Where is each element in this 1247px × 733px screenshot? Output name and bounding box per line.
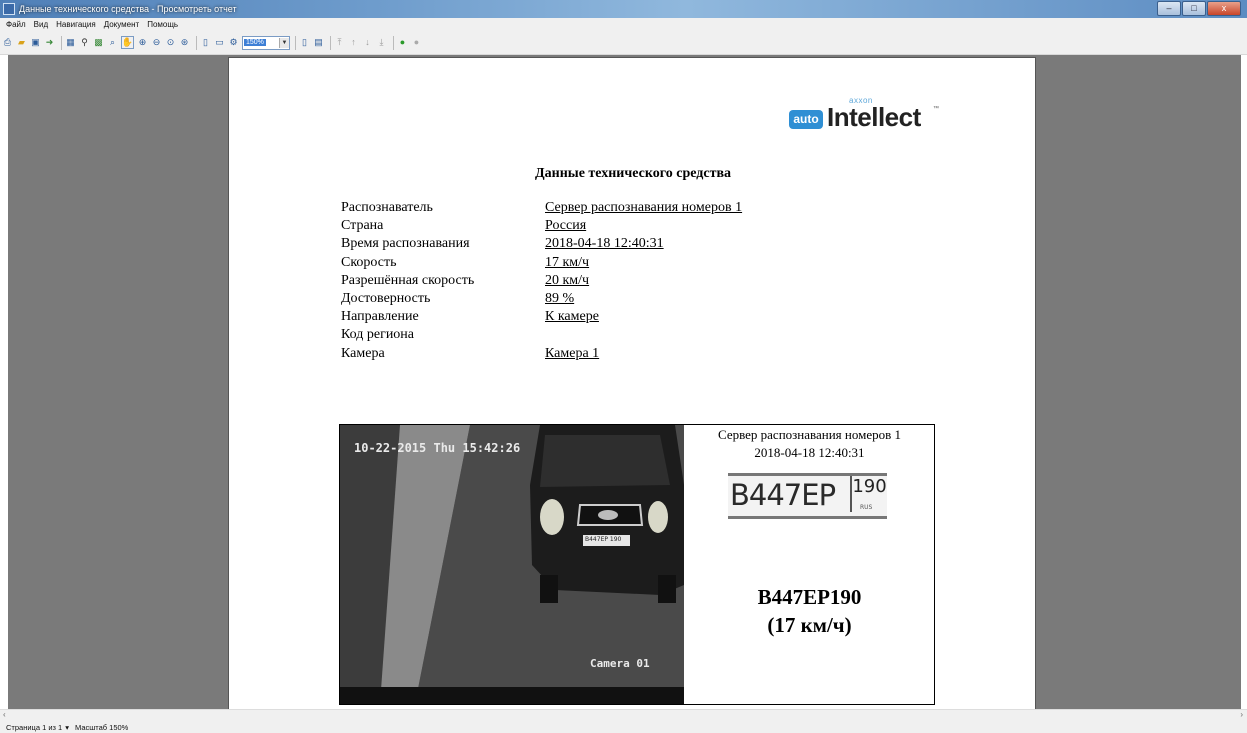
menu-document[interactable]: Документ [104,20,140,29]
first-page-icon[interactable]: ⤒ [334,37,345,48]
summary-datetime: 2018-04-18 12:40:31 [754,445,865,460]
field-row: Время распознавания 2018-04-18 12:40:31 [341,236,941,254]
next-page-icon[interactable]: ↓ [362,37,373,48]
title-bar: Данные технического средства - Просмотре… [0,0,1247,18]
field-row: Распознаватель Сервер распознавания номер… [341,200,941,218]
recognized-plate: В447ЕР190 [757,585,862,609]
horizontal-scrollbar[interactable]: ‹ › [0,709,1247,721]
menu-help[interactable]: Помощь [147,20,178,29]
window-title: Данные технического средства - Просмотре… [19,4,237,14]
field-label: Код региона [341,327,415,343]
field-value-link[interactable]: Сервер распознавания номеров 1 [545,200,742,216]
field-value-link[interactable]: 17 км/ч [545,255,589,271]
layout-icon[interactable]: ▤ [313,37,324,48]
menu-file[interactable]: Файл [6,20,26,29]
refresh-icon[interactable]: ● [397,37,408,48]
field-label: Камера [341,345,385,361]
field-row: Камера Камера 1 [341,346,941,364]
image-icon[interactable]: ▩ [93,37,104,48]
field-row: Направление К камере [341,309,941,327]
field-label: Время распознавания [341,236,470,252]
field-label: Разрешённая скорость [341,272,475,288]
field-label: Страна [341,218,384,234]
car-plate-text: B447EP 190 [585,536,622,543]
hand-icon[interactable]: ✋ [121,36,134,49]
field-row: Страна Россия [341,218,941,236]
zoom-select[interactable]: 150% ▼ [242,35,290,50]
report-fields: Распознаватель Сервер распознавания номер… [341,200,941,364]
document-icon[interactable]: ▯ [299,37,310,48]
toolbar-separator [196,35,197,50]
plate-image[interactable]: B447EP 190 RUS [728,473,887,519]
status-bar: Страница 1 из 1 ▾ Масштаб 150% [0,721,1247,733]
field-label: Скорость [341,254,397,270]
report-title: Данные технического средства [535,166,731,181]
camera-timestamp: 10-22-2015 Thu 15:42:26 [354,441,521,455]
field-row: Достоверность 89 % [341,291,941,309]
logo-product: Intellect [827,102,921,132]
field-label: Достоверность [341,290,431,306]
toolbar-separator [393,35,394,50]
print-icon[interactable]: ⎙ [2,37,13,48]
toolbar: ⎙ ▰ ▣ ➜ ▦ ⚲ ▩ ⌕ ✋ ⊕ ⊖ ⊙ ⊛ ▯ ▭ ⚙ 150% ▼ ▯… [0,31,1247,55]
page-setup-icon[interactable]: ⚙ [228,37,239,48]
zoom-out-icon[interactable]: ⊖ [151,37,162,48]
zoom-page-icon[interactable]: ⌕ [107,37,118,48]
scale-indicator: Масштаб 150% [74,722,129,732]
stop-icon[interactable]: ● [411,37,422,48]
field-value-link[interactable]: Россия [545,218,586,234]
field-row: Код региона [341,327,941,345]
recognition-frame: 10-22-2015 Thu 15:42:26 Camera 01 B447EP… [339,424,935,705]
field-value-link[interactable]: К камере [545,309,599,325]
page-dropdown-icon[interactable]: ▾ [65,723,69,732]
logo-badge: auto [789,110,823,129]
last-page-icon[interactable]: ⤓ [376,37,387,48]
field-value-link[interactable]: Камера 1 [545,346,599,362]
window-controls: – □ x [1156,1,1241,16]
minimize-button[interactable]: – [1157,1,1181,16]
zoom-fit-icon[interactable]: ⊛ [179,37,190,48]
camera-snapshot[interactable]: 10-22-2015 Thu 15:42:26 Camera 01 B447EP… [340,425,684,704]
open-icon[interactable]: ▰ [16,37,27,48]
app-icon [3,3,15,15]
single-page-icon[interactable]: ▯ [200,37,211,48]
menu-navigation[interactable]: Навигация [56,20,96,29]
plate-image-main: B447EP [730,478,836,512]
field-row: Скорость 17 км/ч [341,255,941,273]
zoom-in-icon[interactable]: ⊕ [137,37,148,48]
plate-image-country: RUS [860,504,873,511]
field-value-link[interactable]: 2018-04-18 12:40:31 [545,236,664,252]
page-indicator[interactable]: Страница 1 из 1 [6,723,62,732]
recognition-summary: Сервер распознавания номеров 1 2018-04-1… [685,425,934,704]
scroll-left-icon[interactable]: ‹ [3,710,6,719]
zoom-width-icon[interactable]: ⊙ [165,37,176,48]
field-value-link[interactable]: 20 км/ч [545,273,589,289]
menu-bar: Файл Вид Навигация Документ Помощь [0,18,1247,31]
save-icon[interactable]: ▣ [30,37,41,48]
report-page: axxon auto Intellect ™ Данные техническо… [228,57,1036,709]
field-label: Направление [341,309,419,325]
find-icon[interactable]: ⚲ [79,37,90,48]
maximize-button[interactable]: □ [1182,1,1206,16]
summary-server: Сервер распознавания номеров 1 [717,427,901,442]
table-icon[interactable]: ▦ [65,37,76,48]
menu-view[interactable]: Вид [34,20,48,29]
toolbar-separator [295,35,296,50]
toolbar-separator [330,35,331,50]
scroll-right-icon[interactable]: › [1240,710,1243,719]
close-button[interactable]: x [1207,1,1241,16]
recognized-speed: (17 км/ч) [767,613,852,637]
zoom-value: 150% [244,39,266,46]
camera-label: Camera 01 [590,657,650,670]
export-icon[interactable]: ➜ [44,37,55,48]
field-value-link[interactable]: 89 % [545,291,574,307]
prev-page-icon[interactable]: ↑ [348,37,359,48]
chevron-down-icon[interactable]: ▼ [279,37,289,48]
report-viewer[interactable]: axxon auto Intellect ™ Данные техническо… [8,55,1241,709]
field-label: Распознаватель [341,200,433,215]
toolbar-separator [61,35,62,50]
logo-tm: ™ [933,106,939,112]
field-row: Разрешённая скорость 20 км/ч [341,273,941,291]
multi-page-icon[interactable]: ▭ [214,37,225,48]
